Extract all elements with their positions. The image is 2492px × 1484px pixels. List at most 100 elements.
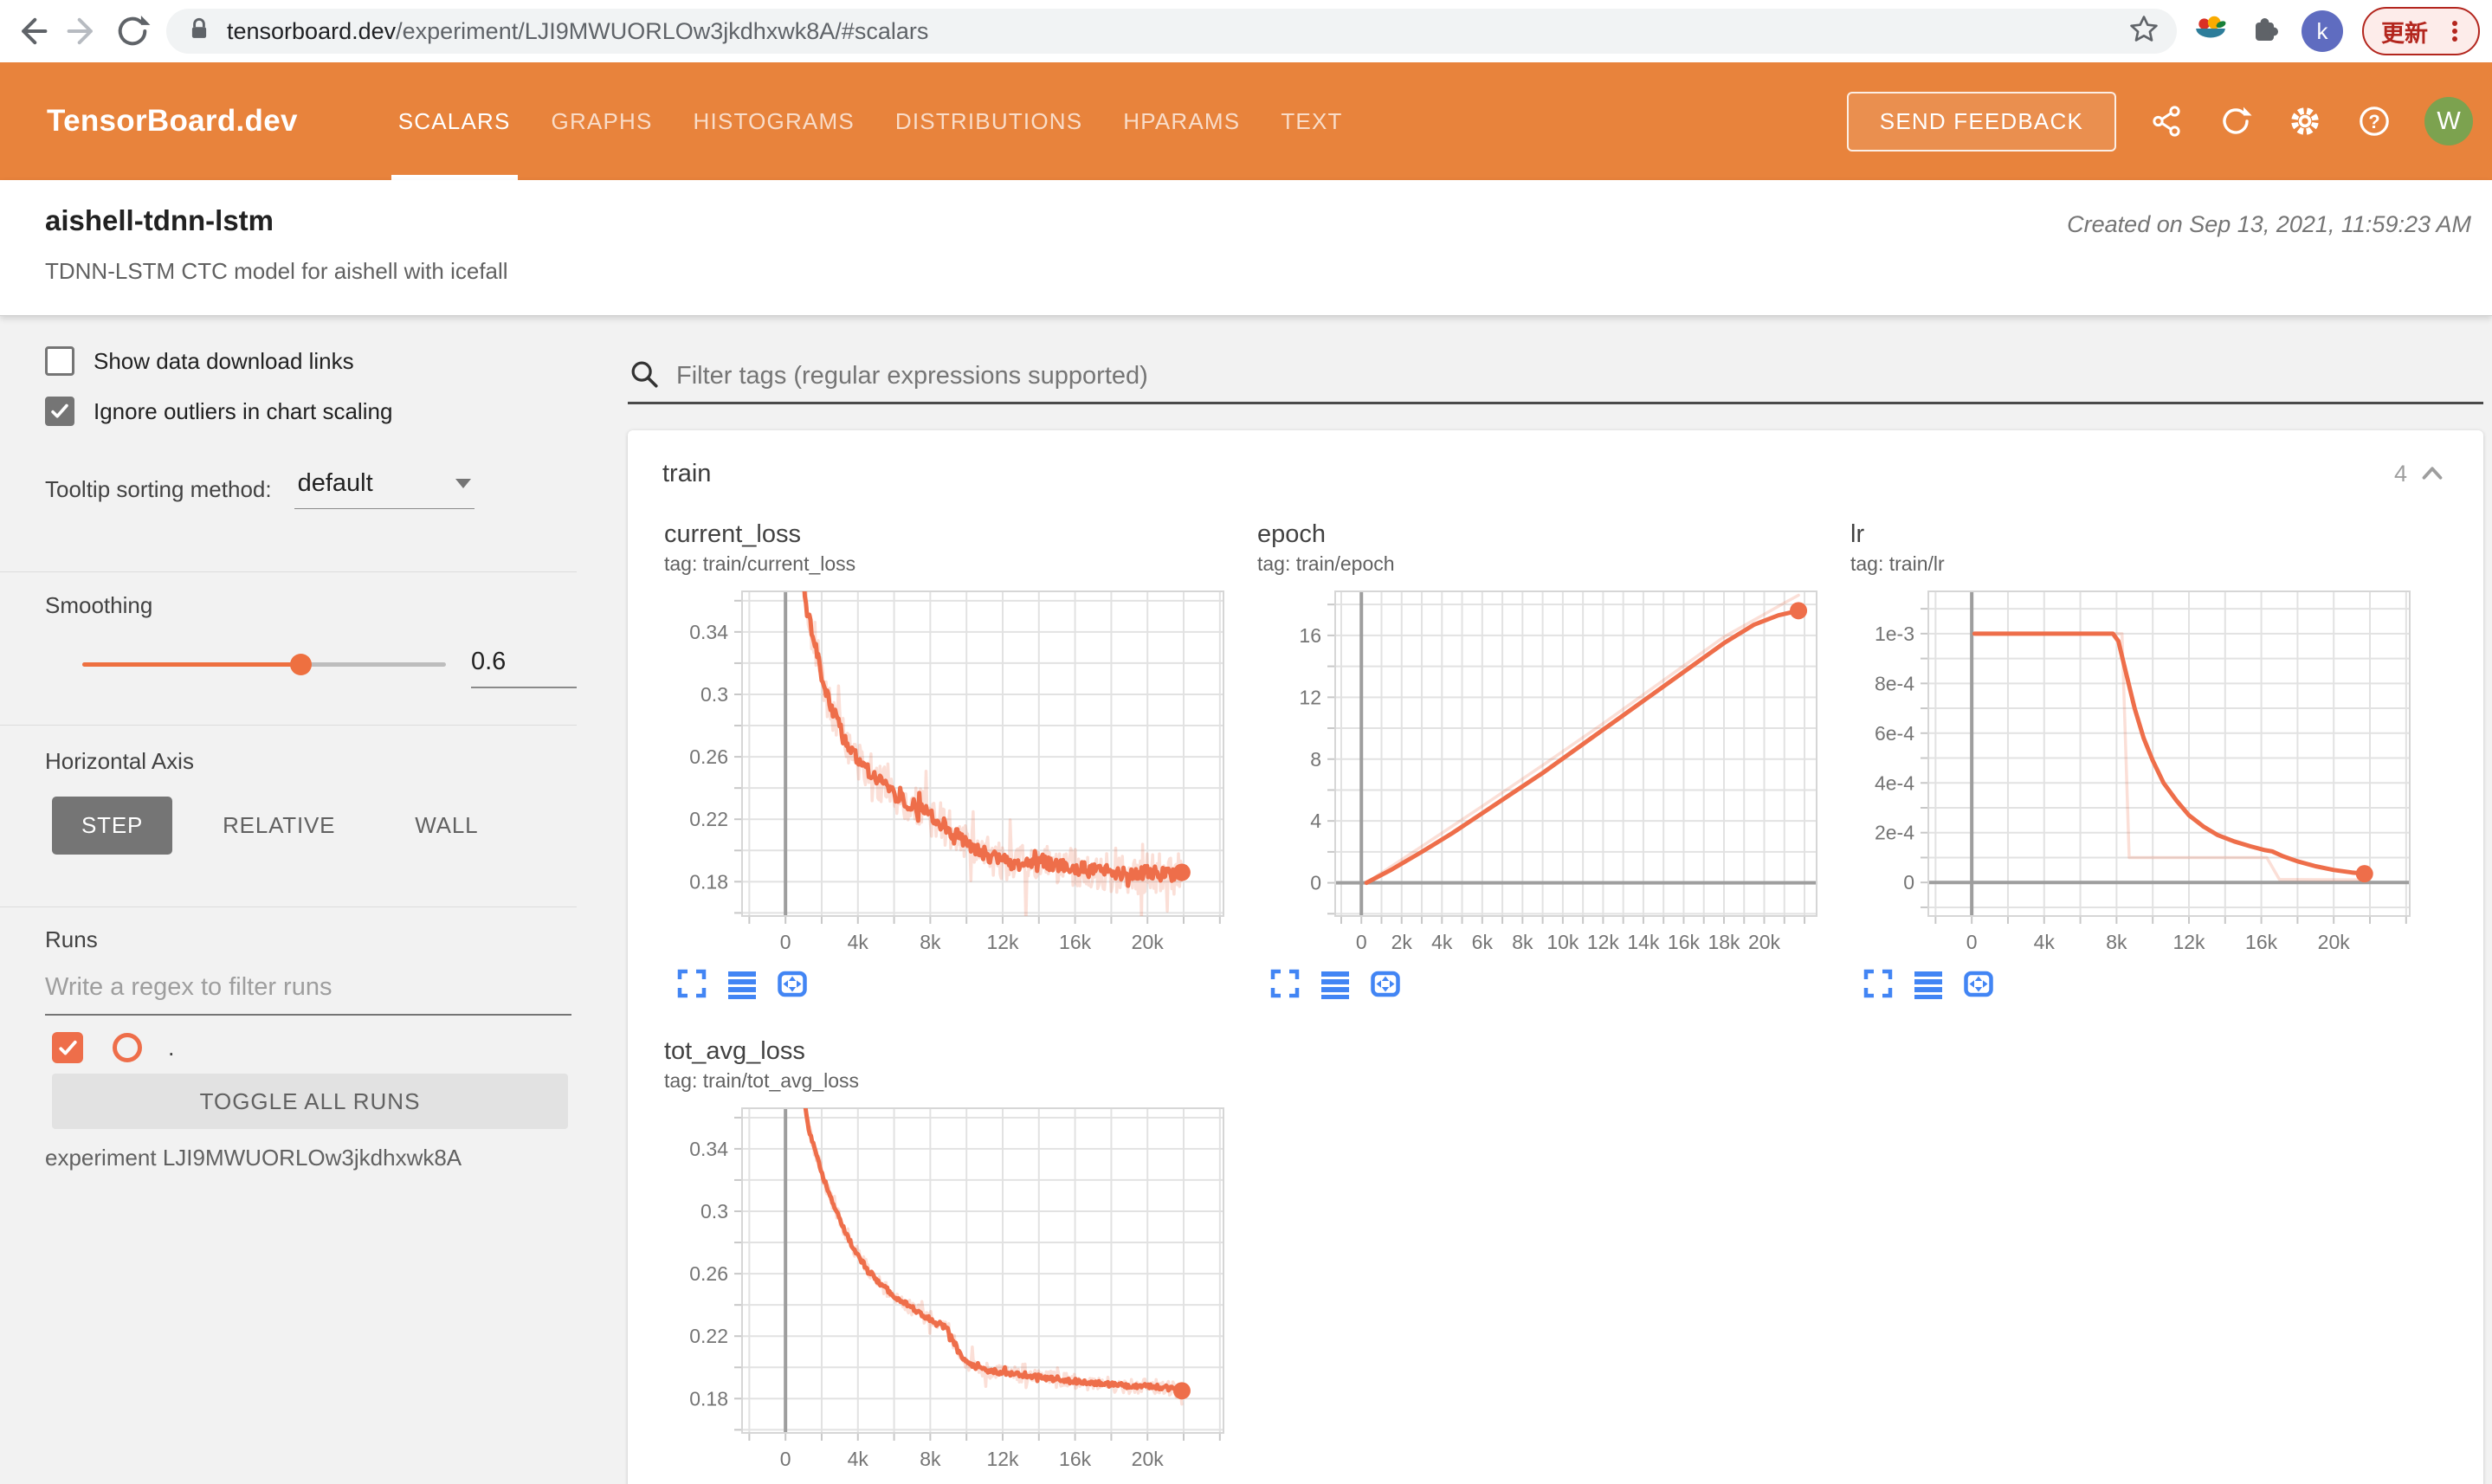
user-avatar[interactable]: W — [2424, 97, 2473, 145]
group-header[interactable]: train 4 — [628, 430, 2483, 517]
svg-text:0: 0 — [1310, 872, 1321, 894]
browser-menu-icon[interactable] — [2440, 14, 2469, 48]
expand-icon[interactable] — [675, 966, 709, 1001]
chart-toolbar — [1268, 966, 1849, 1001]
svg-text:16: 16 — [1299, 624, 1321, 647]
svg-text:20k: 20k — [2318, 931, 2351, 953]
divider — [0, 725, 577, 726]
horizontal-bars-icon[interactable] — [1318, 966, 1353, 1001]
tab-scalars[interactable]: SCALARS — [391, 62, 518, 180]
expand-icon[interactable] — [1861, 966, 1895, 1001]
tab-text[interactable]: TEXT — [1281, 62, 1342, 180]
chart-plot-epoch[interactable]: 0 4 8 12 16 0 2k 4k 6k 8k 10k 12k 14k 16k 18k 20k — [1256, 583, 1827, 955]
chart-plot-lr[interactable]: 0 2e-4 4e-4 6e-4 8e-4 1e-3 0 4k 8k 12k 16k 20k — [1849, 583, 2420, 955]
horizontal-axis-label: Horizontal Axis — [45, 748, 194, 774]
svg-text:6k: 6k — [1472, 931, 1494, 953]
chart-plot-tot_avg_loss[interactable]: 0.34 0.3 0.26 0.22 0.18 0 4k 8k 12k 16k 20k — [662, 1100, 1234, 1472]
tag-filter-input[interactable] — [675, 360, 2483, 391]
slider-handle[interactable] — [290, 654, 312, 675]
chart-title: tot_avg_loss — [664, 1037, 805, 1065]
svg-text:12k: 12k — [2172, 931, 2205, 953]
tab-hparams[interactable]: HPARAMS — [1123, 62, 1240, 180]
svg-text:20k: 20k — [1748, 931, 1781, 953]
haxis-step-button[interactable]: STEP — [52, 797, 173, 855]
smoothing-value-input[interactable]: 0.6 — [471, 648, 577, 688]
svg-text:0.34: 0.34 — [689, 621, 728, 643]
svg-text:12k: 12k — [986, 1448, 1019, 1470]
svg-text:4k: 4k — [1431, 931, 1453, 953]
svg-text:0: 0 — [780, 931, 791, 953]
send-feedback-button[interactable]: SEND FEEDBACK — [1846, 91, 2116, 152]
horizontal-bars-icon[interactable] — [725, 966, 759, 1001]
chart-tag: tag: train/tot_avg_loss — [664, 1069, 860, 1092]
browser-profile-avatar[interactable]: k — [2302, 10, 2343, 52]
svg-text:0: 0 — [1356, 931, 1367, 953]
scalar-chart-epoch: epoch tag: train/epoch 0 4 8 12 16 0 2k 4k 6k 8k 10k… — [1256, 520, 1849, 1001]
settings-gear-icon[interactable] — [2286, 102, 2324, 140]
divider — [0, 571, 577, 572]
chart-toolbar — [1861, 966, 2442, 1001]
svg-text:16k: 16k — [2245, 931, 2278, 953]
chart-plot-current_loss[interactable]: 0.34 0.3 0.26 0.22 0.18 0 4k 8k 12k 16k 20k — [662, 583, 1234, 955]
svg-text:20k: 20k — [1132, 1448, 1165, 1470]
svg-text:4k: 4k — [2034, 931, 2056, 953]
fit-domain-icon[interactable] — [775, 966, 810, 1001]
extensions-puzzle-icon[interactable] — [2248, 12, 2282, 51]
expand-icon[interactable] — [1268, 966, 1302, 1001]
share-icon[interactable] — [2147, 102, 2185, 140]
horizontal-bars-icon[interactable] — [1911, 966, 1946, 1001]
back-icon[interactable] — [7, 7, 57, 55]
toggle-all-runs-button[interactable]: TOGGLE ALL RUNS — [52, 1074, 568, 1129]
tooltip-sorting-select[interactable]: default — [294, 469, 475, 509]
svg-text:8k: 8k — [2106, 931, 2127, 953]
tooltip-sorting-label: Tooltip sorting method: — [45, 475, 272, 502]
svg-text:0.22: 0.22 — [689, 808, 728, 830]
tab-graphs[interactable]: GRAPHS — [552, 62, 653, 180]
show-download-links-checkbox[interactable] — [45, 346, 74, 376]
svg-text:0.34: 0.34 — [689, 1138, 728, 1160]
page: tensorboard.dev/experiment/LJI9MWUORLOw3… — [0, 0, 2492, 1484]
chart-title: lr — [1850, 520, 1865, 548]
extension-bowl-icon[interactable] — [2192, 11, 2229, 52]
ignore-outliers-label: Ignore outliers in chart scaling — [94, 397, 393, 424]
tag-filter-row — [628, 350, 2483, 404]
experiment-titlebar: aishell-tdnn-lstm TDNN-LSTM CTC model fo… — [0, 180, 2492, 316]
svg-text:0.26: 0.26 — [689, 1262, 728, 1285]
svg-text:12k: 12k — [986, 931, 1019, 953]
fit-domain-icon[interactable] — [1961, 966, 1996, 1001]
svg-text:0.3: 0.3 — [700, 683, 728, 706]
svg-text:0: 0 — [1966, 931, 1978, 953]
chart-tag: tag: train/epoch — [1257, 552, 1395, 575]
svg-text:0.18: 0.18 — [689, 1387, 728, 1410]
run-checkbox[interactable] — [52, 1032, 83, 1063]
app-logo[interactable]: TensorBoard.dev — [47, 104, 298, 139]
scalar-chart-tot_avg_loss: tot_avg_loss tag: train/tot_avg_loss 0.34 0… — [662, 1037, 1256, 1484]
reload-icon[interactable] — [107, 7, 158, 55]
bookmark-star-icon[interactable] — [2127, 12, 2161, 51]
help-icon[interactable]: ? — [2355, 102, 2393, 140]
runs-filter-input[interactable] — [45, 973, 571, 1016]
group-collapse-control[interactable]: 4 — [2394, 457, 2449, 490]
update-button[interactable]: 更新 — [2362, 7, 2480, 55]
tab-histograms[interactable]: HISTOGRAMS — [694, 62, 855, 180]
refresh-icon[interactable] — [2217, 102, 2255, 140]
svg-text:8k: 8k — [920, 931, 941, 953]
chevron-up-icon — [2422, 467, 2443, 480]
forward-icon[interactable] — [57, 7, 107, 55]
check-icon — [51, 403, 68, 418]
smoothing-slider[interactable] — [82, 654, 446, 675]
experiment-description: TDNN-LSTM CTC model for aishell with ice… — [45, 258, 508, 284]
haxis-relative-button[interactable]: RELATIVE — [193, 797, 365, 855]
ignore-outliers-checkbox[interactable] — [45, 397, 74, 426]
address-bar[interactable]: tensorboard.dev/experiment/LJI9MWUORLOw3… — [166, 9, 2177, 54]
svg-text:16k: 16k — [1059, 931, 1092, 953]
horizontal-axis-toggle: STEP RELATIVE WALL — [52, 797, 507, 855]
chart-tag: tag: train/lr — [1850, 552, 1945, 575]
svg-text:4k: 4k — [848, 931, 869, 953]
svg-text:8k: 8k — [920, 1448, 941, 1470]
haxis-wall-button[interactable]: WALL — [385, 797, 507, 855]
run-color-swatch — [113, 1033, 142, 1062]
svg-text:0: 0 — [780, 1448, 791, 1470]
tab-distributions[interactable]: DISTRIBUTIONS — [895, 62, 1082, 180]
fit-domain-icon[interactable] — [1368, 966, 1403, 1001]
